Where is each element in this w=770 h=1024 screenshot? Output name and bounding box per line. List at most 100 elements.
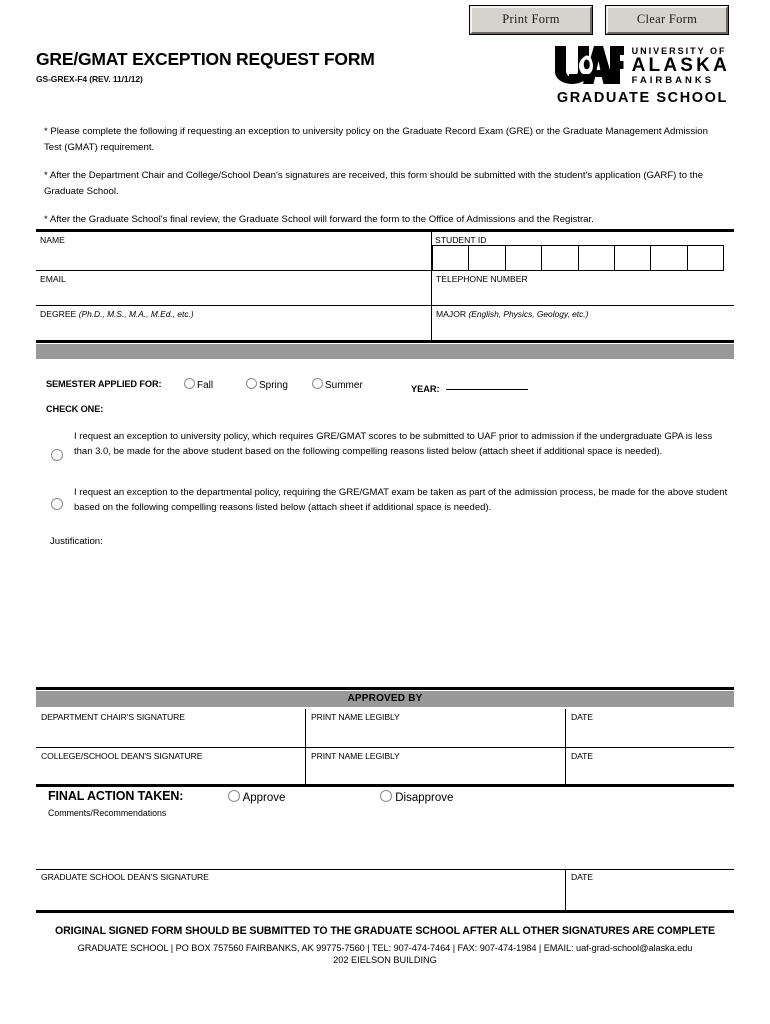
instruction-paragraph-2: * After the Department Chair and College… <box>44 170 704 197</box>
department-chair-print-name-label: PRINT NAME LEGIBLY <box>311 712 400 722</box>
uaf-logo: UNIVERSITY OF ALASKA FAIRBANKS GRADUATE … <box>553 44 730 106</box>
radio-icon[interactable] <box>51 498 63 510</box>
footer-notice: ORIGINAL SIGNED FORM SHOULD BE SUBMITTED… <box>54 925 716 937</box>
degree-label-text: DEGREE <box>40 309 77 319</box>
year-input[interactable] <box>445 379 528 390</box>
telephone-field-cell[interactable]: TELEPHONE NUMBER <box>432 271 734 305</box>
comments-label: Comments/Recommendations <box>48 808 167 818</box>
pdf-form-toolbar: Print Form Clear Form <box>0 5 770 35</box>
semester-option-spring-label: Spring <box>259 380 288 391</box>
student-id-box[interactable] <box>650 245 688 271</box>
final-action-option-approve-label: Approve <box>242 792 286 804</box>
year-field-group[interactable]: YEAR: <box>411 379 528 394</box>
degree-label: DEGREE (Ph.D., M.S., M.A., M.Ed., etc.) <box>36 306 431 319</box>
divider-below-approved-by <box>36 784 734 787</box>
department-chair-date-label: DATE <box>571 712 593 722</box>
exception-option-departmental-policy[interactable]: I request an exception to the department… <box>46 485 730 516</box>
college-dean-print-name-label: PRINT NAME LEGIBLY <box>311 751 400 761</box>
year-label: YEAR: <box>411 384 440 394</box>
student-id-box[interactable] <box>541 245 579 271</box>
final-action-option-disapprove-label: Disapprove <box>395 792 454 804</box>
final-action-label: FINAL ACTION TAKEN: <box>48 789 184 803</box>
clear-form-button[interactable]: Clear Form <box>605 5 729 35</box>
major-label-text: MAJOR <box>436 309 467 319</box>
student-id-label: STUDENT ID <box>435 235 487 245</box>
final-action-option-disapprove[interactable]: Disapprove <box>380 790 453 804</box>
semester-option-summer[interactable]: Summer <box>312 378 363 391</box>
major-label: MAJOR (English, Physics, Geology, etc.) <box>432 306 734 319</box>
justification-label: Justification: <box>50 536 103 547</box>
major-field-cell[interactable]: MAJOR (English, Physics, Geology, etc.) <box>432 306 734 340</box>
form-number: GS-GREX-F4 (REV. 11/1/12) <box>36 74 143 84</box>
exception-option-departmental-policy-text: I request an exception to the department… <box>74 487 728 514</box>
logo-line-fairbanks: FAIRBANKS <box>631 74 715 86</box>
grad-dean-date-label: DATE <box>571 872 593 882</box>
telephone-label: TELEPHONE NUMBER <box>436 274 528 284</box>
student-id-box[interactable] <box>468 245 506 271</box>
degree-field-cell[interactable]: DEGREE (Ph.D., M.S., M.A., M.Ed., etc.) <box>36 306 431 340</box>
semester-option-fall-label: Fall <box>197 380 214 391</box>
form-page: Print Form Clear Form GRE/GMAT EXCEPTION… <box>0 0 770 1024</box>
radio-icon[interactable] <box>312 378 323 389</box>
student-id-box[interactable] <box>432 245 470 271</box>
grad-dean-signature-cell[interactable]: GRADUATE SCHOOL DEAN'S SIGNATURE <box>36 869 565 910</box>
gray-separator-band <box>36 344 734 359</box>
approved-by-table: DEPARTMENT CHAIR'S SIGNATURE PRINT NAME … <box>36 709 734 785</box>
name-label: NAME <box>40 235 65 245</box>
final-action-option-approve[interactable]: Approve <box>228 790 285 804</box>
instruction-paragraph-1: * Please complete the following if reque… <box>44 126 708 153</box>
radio-icon[interactable] <box>51 449 63 461</box>
grad-dean-signature-label: GRADUATE SCHOOL DEAN'S SIGNATURE <box>41 872 209 882</box>
college-dean-signature-cell[interactable]: COLLEGE/SCHOOL DEAN'S SIGNATURE <box>36 748 305 785</box>
semester-option-summer-label: Summer <box>325 380 363 391</box>
exception-option-university-policy[interactable]: I request an exception to university pol… <box>46 429 730 461</box>
name-field-cell[interactable]: NAME <box>36 232 431 270</box>
form-header: GRE/GMAT EXCEPTION REQUEST FORM GS-GREX-… <box>0 44 770 110</box>
exception-option-university-policy-text: I request an exception to university pol… <box>74 431 713 458</box>
divider-above-approved-by <box>36 687 734 690</box>
grad-dean-date-cell[interactable]: DATE <box>566 869 734 910</box>
department-chair-print-name-cell[interactable]: PRINT NAME LEGIBLY <box>306 709 565 747</box>
approved-by-heading: APPROVED BY <box>36 691 734 707</box>
instruction-paragraph-3: * After the Graduate School's final revi… <box>44 214 594 226</box>
radio-icon[interactable] <box>184 378 195 389</box>
student-id-box[interactable] <box>504 245 543 271</box>
semester-option-spring[interactable]: Spring <box>246 378 288 391</box>
radio-holder[interactable] <box>51 496 63 514</box>
uaf-bear-icon <box>553 44 625 86</box>
comments-input[interactable] <box>48 822 718 862</box>
grad-dean-row: GRADUATE SCHOOL DEAN'S SIGNATURE DATE <box>36 869 734 910</box>
student-id-boxes[interactable] <box>432 245 725 271</box>
semester-option-fall[interactable]: Fall <box>184 378 213 391</box>
footer-address: 202 EIELSON BUILDING <box>333 955 437 965</box>
student-id-box[interactable] <box>613 245 652 271</box>
student-id-cell: STUDENT ID <box>431 232 734 271</box>
email-field-cell[interactable]: EMAIL <box>36 271 431 305</box>
radio-icon[interactable] <box>246 378 257 389</box>
degree-hint: (Ph.D., M.S., M.A., M.Ed., etc.) <box>78 309 194 319</box>
major-hint: (English, Physics, Geology, etc.) <box>468 309 589 319</box>
divider-below-grad-dean <box>36 910 734 913</box>
form-footer: ORIGINAL SIGNED FORM SHOULD BE SUBMITTED… <box>0 925 770 965</box>
justification-input[interactable] <box>50 552 720 672</box>
department-chair-signature-label: DEPARTMENT CHAIR'S SIGNATURE <box>41 712 185 722</box>
semester-applied-row: SEMESTER APPLIED FOR: Fall Spring Summer… <box>46 377 736 397</box>
student-id-box[interactable] <box>686 245 725 271</box>
college-dean-date-cell[interactable]: DATE <box>566 748 734 785</box>
logo-unit-graduate-school: GRADUATE SCHOOL <box>556 90 728 106</box>
check-one-heading: CHECK ONE: <box>46 404 104 414</box>
college-dean-date-label: DATE <box>571 751 593 761</box>
radio-icon[interactable] <box>380 790 392 802</box>
radio-icon[interactable] <box>228 790 240 802</box>
radio-holder[interactable] <box>51 447 63 465</box>
email-label: EMAIL <box>40 274 66 284</box>
student-id-box[interactable] <box>577 245 615 271</box>
logo-line-alaska: ALASKA <box>631 54 730 76</box>
department-chair-signature-cell[interactable]: DEPARTMENT CHAIR'S SIGNATURE <box>36 709 305 747</box>
college-dean-print-name-cell[interactable]: PRINT NAME LEGIBLY <box>306 748 565 785</box>
print-form-button[interactable]: Print Form <box>469 5 593 35</box>
department-chair-date-cell[interactable]: DATE <box>566 709 734 747</box>
college-dean-signature-label: COLLEGE/SCHOOL DEAN'S SIGNATURE <box>41 751 203 761</box>
instructions-block: * Please complete the following if reque… <box>44 124 720 241</box>
footer-contact: GRADUATE SCHOOL | PO BOX 757560 FAIRBANK… <box>77 943 693 953</box>
